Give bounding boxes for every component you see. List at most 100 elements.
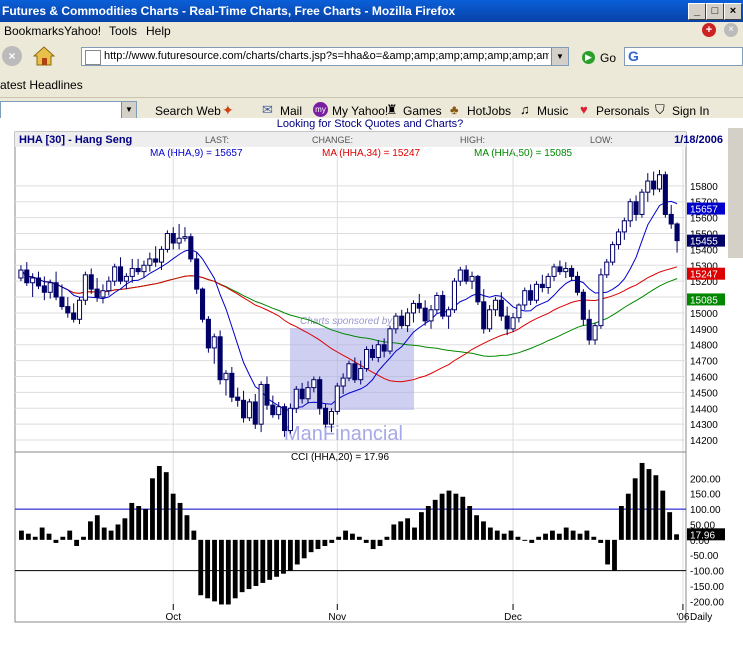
cci-bar <box>584 530 590 540</box>
cci-bar <box>467 506 473 540</box>
candle-down <box>24 269 30 284</box>
candle-down <box>94 288 100 298</box>
cci-bar <box>101 527 107 540</box>
candle-down <box>586 318 592 341</box>
ma34-badge-text: 15247 <box>690 270 718 281</box>
cci-bar <box>577 533 583 540</box>
candle-up <box>47 282 53 293</box>
cci-bar <box>81 536 86 540</box>
cci-bar <box>343 530 348 540</box>
cci-bar <box>87 521 93 540</box>
candle-up <box>428 309 434 322</box>
candle-down <box>217 336 223 381</box>
cci-value-text: 17.96 <box>690 530 715 541</box>
candle-up <box>164 233 170 250</box>
window-titlebar: Futures & Commodities Charts - Real-Time… <box>0 0 743 22</box>
cci-bar <box>660 490 666 540</box>
music-button[interactable]: Music <box>537 104 568 118</box>
menu-yahoo[interactable]: Yahoo! <box>64 24 101 38</box>
cci-bar <box>453 493 459 540</box>
cci-bar <box>60 536 66 540</box>
candle-up <box>364 348 370 370</box>
candle-down <box>199 288 206 320</box>
menu-tools[interactable]: Tools <box>109 24 137 38</box>
close-window-button[interactable]: × <box>724 3 742 20</box>
live-headlines[interactable]: atest Headlines <box>0 78 83 92</box>
games-button[interactable]: Games <box>403 104 442 118</box>
menu-help[interactable]: Help <box>146 24 171 38</box>
go-button[interactable]: Go <box>600 51 616 65</box>
search-web-button[interactable]: Search Web <box>155 104 221 118</box>
x-tick-label: '06 <box>676 612 689 623</box>
my-yahoo-button[interactable]: My Yahoo! <box>332 104 388 118</box>
candle-up <box>18 269 24 279</box>
ma9-label: MA (HHA,9) = 15657 <box>150 148 243 159</box>
cci-bar <box>212 539 217 602</box>
candle-down <box>528 290 534 301</box>
cci-bar <box>253 539 259 586</box>
url-dropdown-icon[interactable]: ▼ <box>551 48 568 65</box>
candle-up <box>311 379 317 389</box>
cci-bar <box>274 539 280 577</box>
price-chart: Looking for Stock Quotes and Charts? HHA… <box>14 118 743 661</box>
cci-bar <box>25 533 31 540</box>
hotjobs-button[interactable]: HotJobs <box>467 104 511 118</box>
candle-down <box>317 379 323 409</box>
price-tick-label: 15800 <box>690 182 718 193</box>
minimize-button[interactable]: _ <box>688 3 706 20</box>
candle-down <box>264 383 270 406</box>
go-icon[interactable]: ▶ <box>582 51 595 64</box>
menu-bar: Bookmarks Yahoo! Tools Help + × <box>0 22 743 41</box>
candle-up <box>627 201 633 222</box>
watermark-sponsor: Charts sponsored by: <box>300 316 395 327</box>
cci-bar <box>191 530 197 540</box>
cci-bar <box>129 502 135 540</box>
candle-down <box>668 213 674 225</box>
personals-button[interactable]: Personals <box>596 104 649 118</box>
x-tick-label: Oct <box>165 612 181 623</box>
cci-bar <box>225 539 231 605</box>
url-bar[interactable]: http://www.futuresource.com/charts/chart… <box>81 47 569 66</box>
maximize-button[interactable]: □ <box>706 3 724 20</box>
ma50-label: MA (HHA,50) = 15085 <box>474 148 573 159</box>
cci-bar <box>550 530 555 540</box>
candle-down <box>674 223 680 242</box>
candle-down <box>170 233 176 244</box>
cci-bar <box>308 539 314 553</box>
candle-up <box>405 312 411 327</box>
mail-button[interactable]: Mail <box>280 104 302 118</box>
stop-reload-icon[interactable]: × <box>2 46 22 66</box>
header-change: CHANGE: <box>312 135 353 145</box>
stop-icon[interactable]: + <box>702 23 716 37</box>
header-last: LAST: <box>205 135 229 145</box>
candle-up <box>410 302 416 314</box>
candle-up <box>276 406 282 416</box>
search-box[interactable]: G <box>624 47 743 66</box>
cci-bar <box>522 539 528 541</box>
candle-up <box>610 244 616 263</box>
candle-up <box>487 309 493 330</box>
menu-bookmarks[interactable]: Bookmarks <box>4 24 64 38</box>
cci-bar <box>301 539 307 559</box>
cci-tick-label: -50.00 <box>690 551 719 562</box>
candle-up <box>106 280 112 292</box>
cci-bar <box>46 533 52 540</box>
home-icon[interactable] <box>32 45 56 67</box>
chevron-down-icon[interactable]: ▼ <box>121 102 136 118</box>
cci-bar <box>239 539 245 593</box>
cci-bar <box>481 521 486 540</box>
candle-down <box>59 296 65 308</box>
cci-bar <box>329 539 335 543</box>
compass-icon[interactable]: ✦ <box>222 102 234 119</box>
cci-bar <box>336 536 342 540</box>
cci-bar <box>108 530 114 540</box>
sign-in-button[interactable]: Sign In <box>672 104 709 118</box>
looking-for-link[interactable]: Looking for Stock Quotes and Charts? <box>277 118 464 130</box>
cci-bar <box>115 524 121 540</box>
candle-down <box>498 299 504 317</box>
scrollbar[interactable] <box>728 128 743 258</box>
cci-bar <box>363 539 369 543</box>
yahoo-search-input[interactable]: ▼ <box>0 101 137 119</box>
candle-down <box>35 277 42 287</box>
candle-down <box>475 275 481 303</box>
